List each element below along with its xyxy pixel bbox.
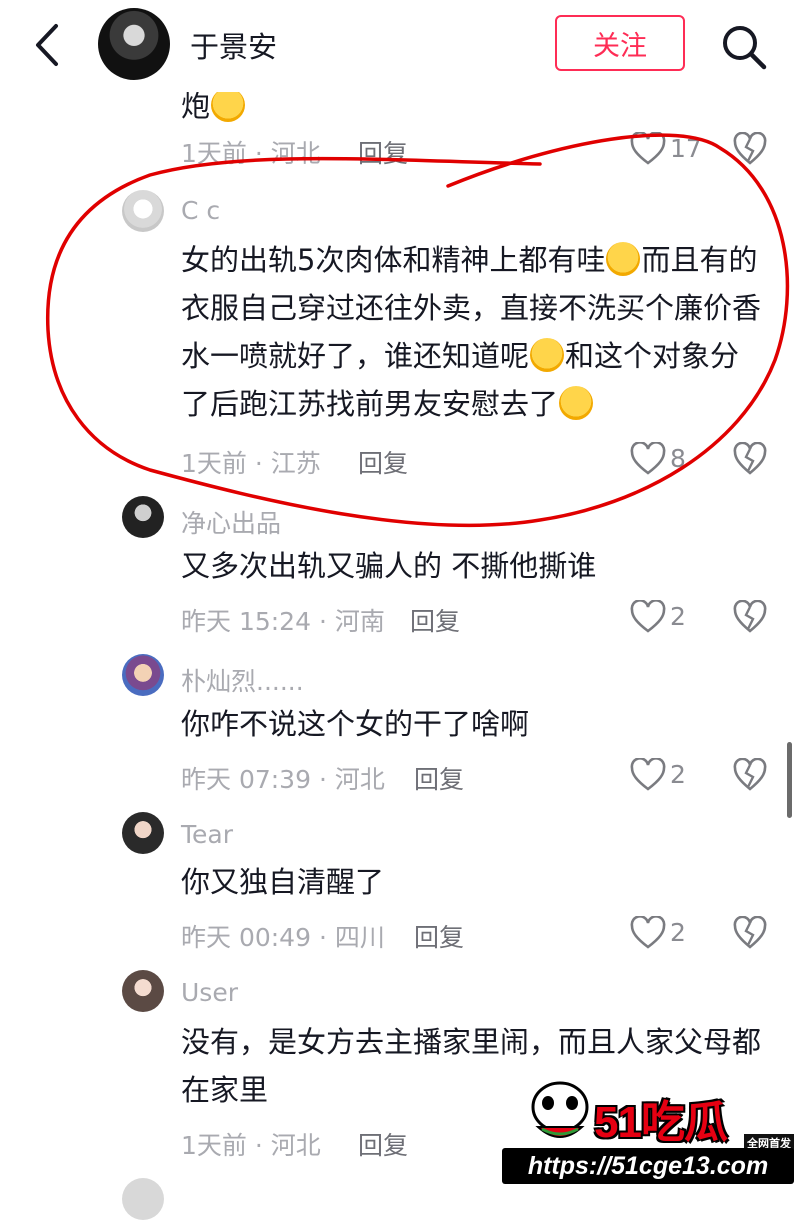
scrollbar-thumb[interactable] — [787, 742, 792, 818]
laughing-tears-emoji-icon — [559, 386, 594, 420]
profile-avatar[interactable] — [98, 8, 170, 80]
comment-meta: 1天前 · 江苏 — [181, 449, 321, 478]
broken-heart-icon[interactable] — [733, 758, 767, 792]
heart-outline-icon[interactable] — [630, 600, 666, 634]
commenter-username[interactable]: 朴灿烈...... — [181, 662, 304, 698]
commenter-username[interactable]: User — [181, 978, 238, 1007]
reply-button[interactable]: 回复 — [414, 760, 464, 796]
heart-outline-icon[interactable] — [630, 916, 666, 950]
commenter-avatar[interactable] — [122, 654, 164, 696]
heart-outline-icon[interactable] — [630, 442, 666, 476]
broken-heart-icon[interactable] — [733, 442, 767, 476]
heart-outline-icon[interactable] — [630, 758, 666, 792]
commenter-avatar[interactable] — [122, 970, 164, 1012]
watermark: 51吃瓜 全网首发 https://51cge13.com — [498, 1072, 800, 1189]
like-count: 2 — [670, 918, 686, 947]
commenter-avatar[interactable] — [122, 496, 164, 538]
comment-text: 你咋不说这个女的干了啥啊 — [181, 707, 530, 741]
like-count: 2 — [670, 602, 686, 631]
broken-heart-icon[interactable] — [733, 600, 767, 634]
commenter-avatar[interactable] — [122, 812, 164, 854]
commenter-username[interactable]: 净心出品 — [181, 504, 281, 540]
dizzy-face-emoji-icon — [606, 242, 641, 276]
comment-meta: 昨天 15:24 · 河南 — [181, 607, 385, 636]
reply-button[interactable]: 回复 — [414, 918, 464, 954]
mascot-logo-icon — [531, 1081, 589, 1138]
comment-text: 你又独自清醒了 — [181, 865, 385, 899]
reply-button[interactable]: 回复 — [358, 1126, 408, 1162]
like-count: 8 — [670, 444, 686, 473]
grin-emoji-icon — [211, 88, 246, 122]
commenter-username[interactable]: C c — [181, 196, 220, 225]
grin-emoji-icon — [530, 338, 565, 372]
watermark-logo-text: 51吃瓜 — [594, 1098, 728, 1147]
comment-meta: 昨天 00:49 · 四川 — [181, 923, 385, 952]
top-bar: 于景安 关注 — [0, 0, 800, 92]
search-icon[interactable] — [718, 22, 770, 72]
reply-button[interactable]: 回复 — [410, 602, 460, 638]
reply-button[interactable]: 回复 — [358, 134, 408, 170]
comment-text: 女的出轨5次肉体和精神上都有哇 而且有的衣服自己穿过还往外卖，直接不洗买个廉价香水… — [181, 242, 762, 421]
comment-meta: 1天前 · 河北 — [181, 139, 321, 168]
reply-button[interactable]: 回复 — [358, 444, 408, 480]
broken-heart-icon[interactable] — [733, 916, 767, 950]
watermark-url: https://51cge13.com — [502, 1148, 794, 1184]
profile-username[interactable]: 于景安 — [190, 24, 277, 66]
back-chevron-icon[interactable] — [30, 22, 66, 68]
like-count: 2 — [670, 760, 686, 789]
commenter-avatar[interactable] — [122, 1178, 164, 1220]
comment-meta: 昨天 07:39 · 河北 — [181, 765, 385, 794]
red-circle-annotation — [45, 133, 790, 528]
like-count: 17 — [670, 134, 702, 163]
comment-meta: 1天前 · 河北 — [181, 1131, 321, 1160]
commenter-avatar[interactable] — [122, 190, 164, 232]
broken-heart-icon[interactable] — [733, 132, 767, 166]
comment-text: 又多次出轨又骗人的 不撕他撕谁 — [181, 549, 597, 583]
heart-outline-icon[interactable] — [630, 132, 666, 166]
commenter-username[interactable]: Tear — [181, 820, 233, 849]
follow-button[interactable]: 关注 — [555, 15, 685, 71]
